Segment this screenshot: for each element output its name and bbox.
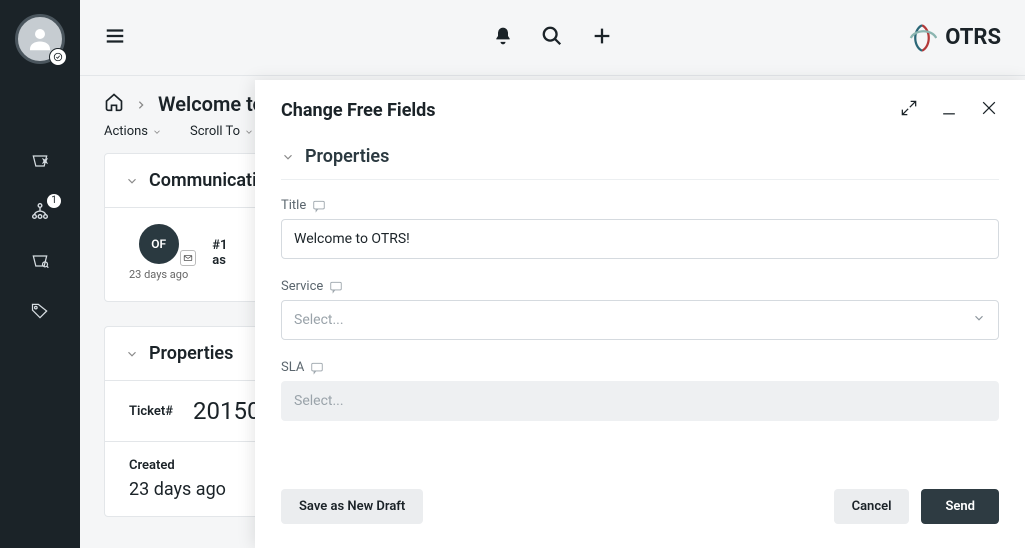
minimize-icon[interactable]: [939, 98, 959, 122]
title-input[interactable]: [281, 219, 999, 259]
chevron-down-icon: [152, 127, 162, 137]
comment-icon[interactable]: [310, 361, 324, 375]
sla-field: SLA Select...: [281, 360, 999, 421]
processes-icon[interactable]: 1: [29, 200, 51, 222]
save-draft-button[interactable]: Save as New Draft: [281, 489, 423, 524]
title-field-label: Title: [281, 198, 306, 213]
sla-select: Select...: [281, 381, 999, 421]
chevron-down-icon: [281, 150, 295, 164]
sla-placeholder: Select...: [294, 393, 344, 409]
home-icon[interactable]: [104, 92, 124, 116]
top-bar: OTRS: [80, 0, 1025, 76]
change-free-fields-dialog: Change Free Fields Properties Title: [255, 80, 1025, 548]
service-select[interactable]: Select...: [281, 300, 999, 340]
chevron-down-icon: [244, 127, 254, 137]
service-field: Service Select...: [281, 279, 999, 340]
article-subject: as: [212, 253, 227, 268]
tag-icon[interactable]: [29, 300, 51, 322]
article-number: #1: [212, 238, 227, 253]
breadcrumb-sep-icon: [136, 95, 146, 114]
article-preview[interactable]: #1 as: [212, 238, 227, 268]
close-icon[interactable]: [979, 98, 999, 122]
service-placeholder: Select...: [294, 312, 344, 328]
menu-icon[interactable]: [104, 25, 126, 51]
send-button[interactable]: Send: [921, 489, 999, 524]
favorites-icon[interactable]: [29, 150, 51, 172]
scrollto-dropdown[interactable]: Scroll To: [190, 124, 254, 139]
cancel-button[interactable]: Cancel: [834, 489, 910, 524]
notifications-icon[interactable]: [493, 26, 513, 50]
ticket-number-label: Ticket#: [129, 404, 173, 419]
dialog-body: Properties Title Service Select...: [255, 122, 1025, 469]
search-icon[interactable]: [541, 25, 563, 51]
dialog-title: Change Free Fields: [281, 100, 436, 121]
add-icon[interactable]: [591, 25, 613, 51]
scrollto-label: Scroll To: [190, 124, 240, 139]
actions-dropdown[interactable]: Actions: [104, 124, 162, 139]
dialog-footer: Save as New Draft Cancel Send: [255, 469, 1025, 548]
chevron-down-icon: [125, 174, 139, 188]
brand-text: OTRS: [945, 25, 1001, 50]
properties-section-header[interactable]: Properties: [281, 146, 999, 180]
title-field: Title: [281, 198, 999, 259]
article-author-avatar[interactable]: OF: [139, 224, 179, 264]
article-time: 23 days ago: [129, 268, 188, 281]
chevron-down-icon: [972, 311, 986, 329]
logo-mark-icon: [907, 23, 937, 53]
dialog-header: Change Free Fields: [255, 80, 1025, 122]
chevron-down-icon: [125, 347, 139, 361]
expand-icon[interactable]: [899, 98, 919, 122]
communication-title: Communicatio: [149, 170, 267, 191]
mail-icon: [180, 250, 196, 266]
sla-field-label: SLA: [281, 360, 304, 375]
service-field-label: Service: [281, 279, 323, 294]
left-nav-rail: 1: [0, 0, 80, 548]
processes-badge: 1: [47, 194, 61, 208]
comment-icon[interactable]: [329, 280, 343, 294]
properties-section-title: Properties: [305, 146, 389, 167]
ticket-search-icon[interactable]: [29, 250, 51, 272]
avatar-status-badge: [49, 48, 67, 66]
comment-icon[interactable]: [312, 199, 326, 213]
properties-title: Properties: [149, 343, 233, 364]
user-avatar[interactable]: [15, 14, 65, 64]
actions-label: Actions: [104, 124, 148, 139]
brand-logo[interactable]: OTRS: [907, 23, 1001, 53]
comm-avatar-wrap: OF 23 days ago: [129, 224, 188, 281]
ticket-number-value: 20150: [193, 397, 260, 425]
